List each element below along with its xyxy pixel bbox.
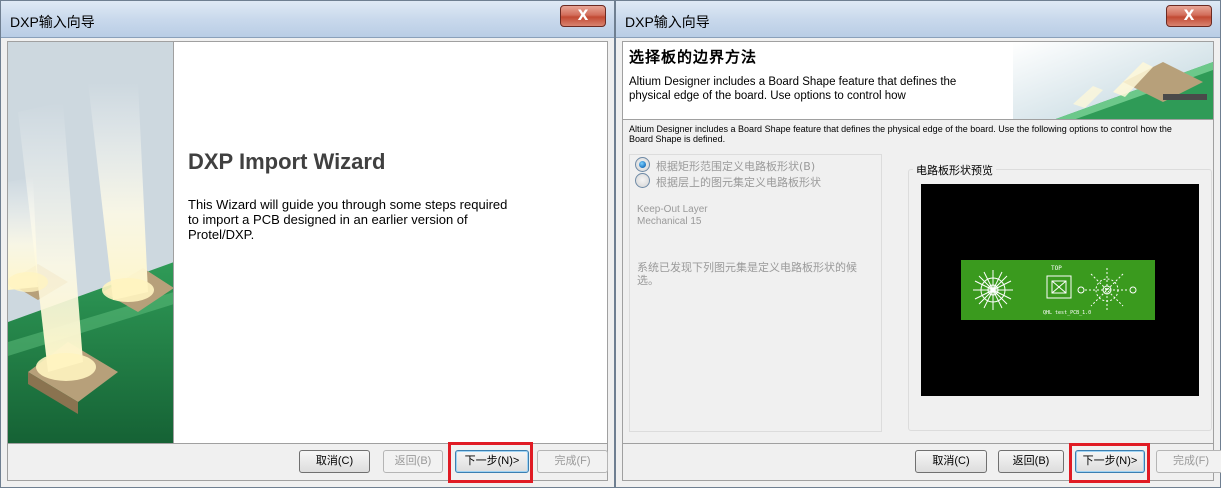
right-wizard-window: DXP输入向导 X 选择板的边界方法 Altium Designer inclu… bbox=[615, 0, 1221, 488]
right-title-bar[interactable]: DXP输入向导 X bbox=[616, 1, 1220, 38]
preview-label: 电路板形状预览 bbox=[913, 162, 996, 178]
left-client-area: DXP Import Wizard This Wizard will guide… bbox=[7, 41, 608, 481]
finish-button[interactable]: 完成(F) bbox=[1156, 450, 1221, 473]
board-text-top: TOP bbox=[1051, 265, 1062, 272]
step-body: Altium Designer includes a Board Shape f… bbox=[623, 121, 1213, 443]
left-title-bar[interactable]: DXP输入向导 X bbox=[1, 1, 614, 38]
left-wizard-window: DXP输入向导 X DXP Import Wizard This Wizard … bbox=[0, 0, 615, 488]
left-close-button[interactable]: X bbox=[560, 5, 606, 27]
right-client-area: 选择板的边界方法 Altium Designer includes a Boar… bbox=[622, 41, 1221, 481]
footer-divider bbox=[623, 443, 1213, 444]
footer-divider bbox=[8, 443, 607, 444]
wizard-description: This Wizard will guide you through some … bbox=[188, 197, 508, 242]
shape-options-panel: 根据矩形范围定义电路板形状(B) 根据层上的图元集定义电路板形状 Keep-Ou… bbox=[629, 154, 882, 432]
option-layer-primitives-label: 根据层上的图元集定义电路板形状 bbox=[656, 176, 821, 189]
close-icon: X bbox=[1183, 8, 1195, 24]
option-rectangle-label: 根据矩形范围定义电路板形状(B) bbox=[656, 160, 816, 173]
back-button[interactable]: 返回(B) bbox=[383, 450, 443, 473]
board-text-bottom: QHL test_PCB_1.0 bbox=[1043, 310, 1091, 316]
board-shape-preview-group: 电路板形状预览 TOP QHL test_PCB_1.0 bbox=[908, 162, 1212, 431]
radio-button-checked[interactable] bbox=[635, 157, 650, 172]
next-button[interactable]: 下一步(N)> bbox=[1075, 450, 1145, 473]
layer-item[interactable]: Keep-Out Layer bbox=[637, 204, 708, 216]
layer-list: Keep-Out Layer Mechanical 15 bbox=[637, 204, 708, 228]
right-close-button[interactable]: X bbox=[1166, 5, 1212, 27]
left-window-title: DXP输入向导 bbox=[10, 14, 95, 30]
close-icon: X bbox=[577, 8, 589, 24]
step-title: 选择板的边界方法 bbox=[629, 48, 758, 66]
step-intro: Altium Designer includes a Board Shape f… bbox=[629, 124, 1172, 144]
back-button[interactable]: 返回(B) bbox=[998, 450, 1064, 473]
candidate-description: 系统已发现下列图元集是定义电路板形状的候选。 bbox=[637, 261, 857, 287]
radio-button-unchecked[interactable] bbox=[635, 173, 650, 188]
cancel-button[interactable]: 取消(C) bbox=[299, 450, 370, 473]
step-subtitle: Altium Designer includes a Board Shape f… bbox=[629, 76, 957, 102]
pcb-header-illustration bbox=[1013, 42, 1213, 119]
finish-button[interactable]: 完成(F) bbox=[537, 450, 608, 473]
right-window-title: DXP输入向导 bbox=[625, 14, 710, 30]
pcb-beam-illustration bbox=[8, 42, 173, 443]
layer-item[interactable]: Mechanical 15 bbox=[637, 216, 708, 228]
cancel-button[interactable]: 取消(C) bbox=[915, 450, 987, 473]
welcome-page: DXP Import Wizard This Wizard will guide… bbox=[174, 42, 607, 443]
wizard-heading: DXP Import Wizard bbox=[188, 149, 386, 174]
next-button[interactable]: 下一步(N)> bbox=[455, 450, 529, 473]
step-header: 选择板的边界方法 Altium Designer includes a Boar… bbox=[623, 42, 1213, 120]
board-preview-drawing: TOP QHL test_PCB_1.0 bbox=[961, 260, 1155, 320]
wizard-side-art bbox=[8, 42, 174, 443]
board-component-left bbox=[973, 270, 1013, 310]
board-preview-canvas: TOP QHL test_PCB_1.0 bbox=[921, 184, 1199, 396]
